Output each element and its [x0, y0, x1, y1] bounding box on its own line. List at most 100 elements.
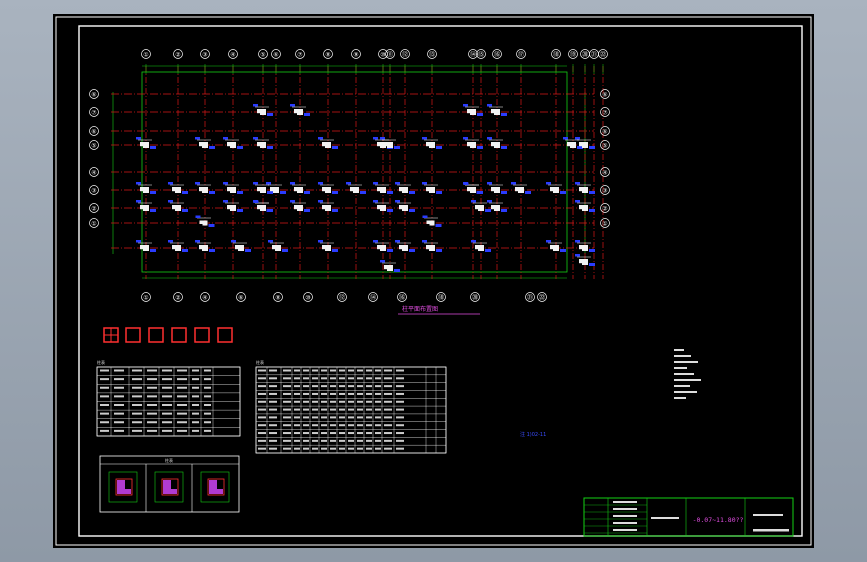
grid-label-top: ⑭ — [470, 51, 476, 59]
table-cell-glyph — [357, 377, 363, 380]
column-flange — [550, 245, 553, 250]
column-tag — [332, 191, 338, 194]
column-flange — [322, 187, 325, 192]
column-tag — [387, 191, 393, 194]
column-flange — [257, 142, 260, 147]
table-cell-glyph — [294, 447, 300, 450]
table-cell-glyph — [384, 447, 392, 450]
column-flange — [322, 142, 325, 147]
column-flange — [199, 220, 203, 224]
detail-title: 柱表 — [165, 457, 173, 463]
column-tag — [223, 137, 228, 140]
column-flange — [199, 187, 202, 192]
column-tag — [182, 191, 188, 194]
table-cell-glyph — [312, 447, 318, 450]
table-cell-glyph — [132, 404, 142, 406]
column-tag — [422, 215, 428, 218]
grid-label-bottom: ㉒ — [539, 294, 545, 302]
column-section — [297, 109, 303, 115]
table-cell-glyph — [339, 392, 345, 395]
cad-drawing: ① ② ③ ④ ⑤ ⑥ ⑦ ⑧ ⑨ ⑩ ⑪ ⑫ ⑬ ⑭ ⑮ ⑯ ⑰ ⑱ ⑲ ⑳ ㉑㉒① ② ④ ⑥ ⑧ ⑩ ⑫ ⑭ ⑯ ⑱ ⑳ ㉑㉒⑥ ⑥⑦ ⑦⑥… — [55, 16, 812, 546]
table-cell-glyph — [348, 424, 354, 427]
grid-label-side: ⑤ — [91, 143, 96, 150]
table-cell-glyph — [192, 395, 199, 398]
grid-label-top: ⑮ — [478, 51, 484, 59]
column-section — [238, 245, 244, 251]
table-cell-glyph — [258, 439, 266, 442]
column-tag — [223, 200, 228, 203]
table-cell-glyph — [330, 385, 336, 388]
table-cell-glyph — [303, 408, 309, 411]
plan-title: 柱平面布置图 — [402, 305, 438, 313]
table-cell-glyph — [258, 424, 266, 427]
column-tag — [387, 249, 393, 252]
table-cell-glyph — [348, 447, 354, 450]
column-tag — [471, 240, 476, 243]
column-flange — [140, 142, 143, 147]
column-tag — [589, 249, 595, 252]
table-cell-glyph — [357, 369, 363, 372]
table-cell-glyph — [339, 439, 345, 442]
table-cell-glyph — [330, 439, 336, 442]
column-section — [570, 142, 576, 148]
table-cell-glyph — [312, 432, 318, 435]
column-tag — [435, 224, 442, 227]
column-tag — [575, 254, 580, 257]
column — [223, 182, 243, 194]
column-tag — [471, 200, 476, 203]
table-cell-glyph — [100, 412, 109, 415]
column-flange — [579, 205, 582, 210]
table-cell-glyph — [339, 447, 345, 450]
table-cell-glyph — [162, 404, 172, 406]
table-cell-glyph — [330, 424, 336, 427]
column-flange — [227, 205, 230, 210]
column-tag — [318, 240, 323, 243]
detail-column — [163, 489, 177, 494]
table-cell-glyph — [100, 395, 109, 398]
table-cell-glyph — [100, 404, 109, 406]
table-cell-glyph — [339, 377, 345, 380]
table-cell-glyph — [269, 416, 277, 419]
table-cell-glyph — [204, 378, 211, 381]
column-tag — [373, 182, 378, 185]
column-tag — [304, 113, 310, 116]
column-tag — [589, 209, 595, 212]
grid-label-bottom: ④ — [202, 295, 207, 302]
column-tag — [150, 191, 156, 194]
column — [463, 104, 483, 116]
grid-label-bottom: ⑳ — [472, 294, 478, 302]
table-cell-glyph — [269, 369, 277, 372]
table-cell-glyph — [132, 386, 142, 389]
grid-label-top: ② — [175, 52, 180, 59]
column-section — [478, 205, 484, 211]
column — [511, 182, 531, 194]
column-flange — [257, 205, 261, 209]
table-cell-glyph — [100, 429, 109, 432]
square-icon — [171, 327, 187, 343]
table-cell-glyph — [147, 404, 157, 406]
column-section — [429, 142, 435, 148]
column-flange — [491, 142, 494, 147]
column-tag — [380, 137, 385, 140]
grid-label-top: ⑥ — [273, 52, 278, 59]
table-cell-glyph — [177, 404, 187, 406]
column-section — [175, 245, 181, 251]
table-cell-glyph — [321, 408, 327, 411]
column-flange — [491, 187, 494, 192]
column — [253, 137, 273, 149]
table-cell-glyph — [375, 385, 381, 388]
square-icon — [217, 327, 233, 343]
column-tag — [266, 182, 271, 185]
table-cell-glyph — [396, 392, 404, 395]
column — [346, 182, 366, 194]
table-cell-glyph — [357, 385, 363, 388]
table-cell-glyph — [321, 432, 327, 435]
column — [195, 240, 215, 252]
table-cell-glyph — [330, 377, 336, 380]
table-cell-glyph — [396, 385, 404, 388]
square-icon — [194, 327, 210, 343]
table-cell-glyph — [162, 429, 172, 432]
table-cell-glyph — [114, 421, 124, 424]
column-section — [429, 245, 435, 251]
column-tag — [150, 249, 156, 252]
